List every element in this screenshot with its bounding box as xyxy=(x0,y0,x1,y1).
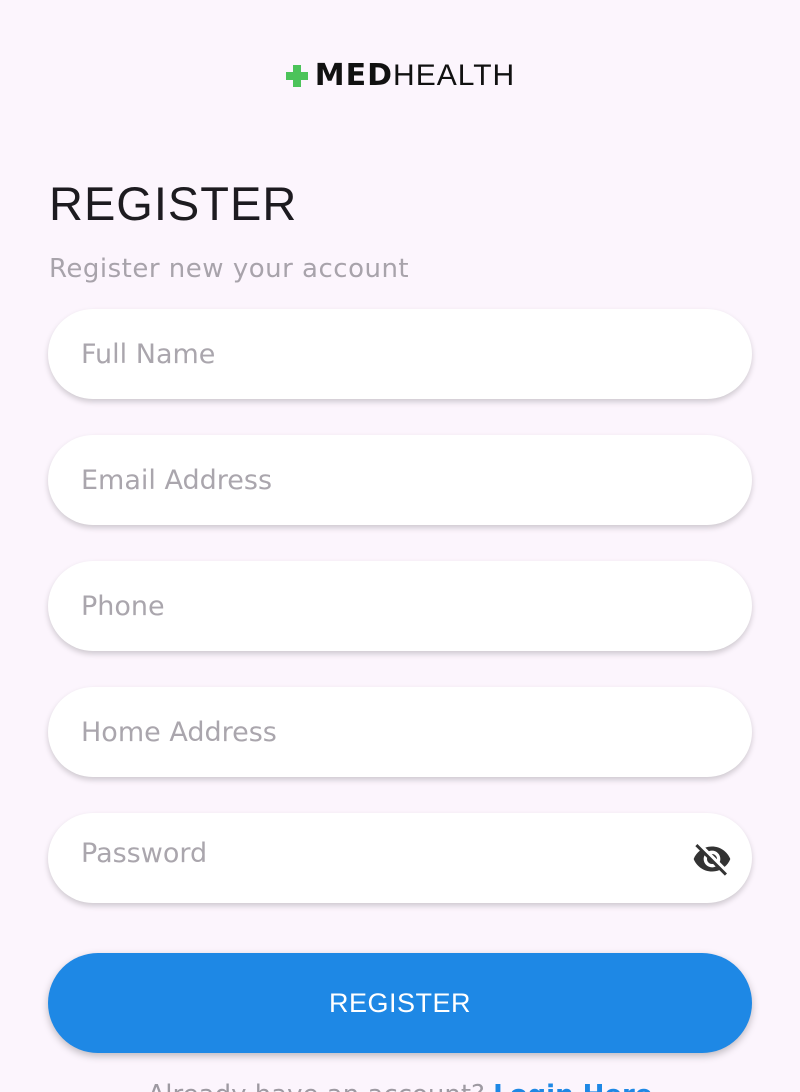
home-address-field-container xyxy=(48,687,752,777)
footer-line: Already have an account? Login Here xyxy=(0,1080,800,1092)
email-input[interactable] xyxy=(48,435,752,525)
register-button[interactable]: REGISTER xyxy=(48,953,752,1053)
footer-prompt-text: Already have an account? xyxy=(148,1080,485,1092)
eye-off-icon[interactable] xyxy=(690,839,734,879)
plus-cross-icon xyxy=(285,64,309,88)
register-screen: MEDHEALTH REGISTER Register new your acc… xyxy=(0,0,800,1092)
page-subtitle: Register new your account xyxy=(49,254,410,284)
home-address-input[interactable] xyxy=(48,687,752,777)
phone-field-container xyxy=(48,561,752,651)
brand-name-bold: MED xyxy=(314,58,394,93)
phone-input[interactable] xyxy=(48,561,752,651)
footer-login-prompt: Already have an account? Login Here xyxy=(0,1080,800,1092)
brand-name: MEDHEALTH xyxy=(315,61,515,91)
brand-logo: MEDHEALTH xyxy=(0,56,800,96)
brand-logo-inner: MEDHEALTH xyxy=(285,61,515,91)
full-name-field-container xyxy=(48,309,752,399)
full-name-input[interactable] xyxy=(48,309,752,399)
brand-name-light: HEALTH xyxy=(393,59,516,92)
login-link[interactable]: Login Here xyxy=(493,1080,652,1092)
page-title: REGISTER xyxy=(49,177,298,230)
email-field-container xyxy=(48,435,752,525)
password-field-container xyxy=(48,813,752,903)
password-input[interactable] xyxy=(48,813,752,903)
